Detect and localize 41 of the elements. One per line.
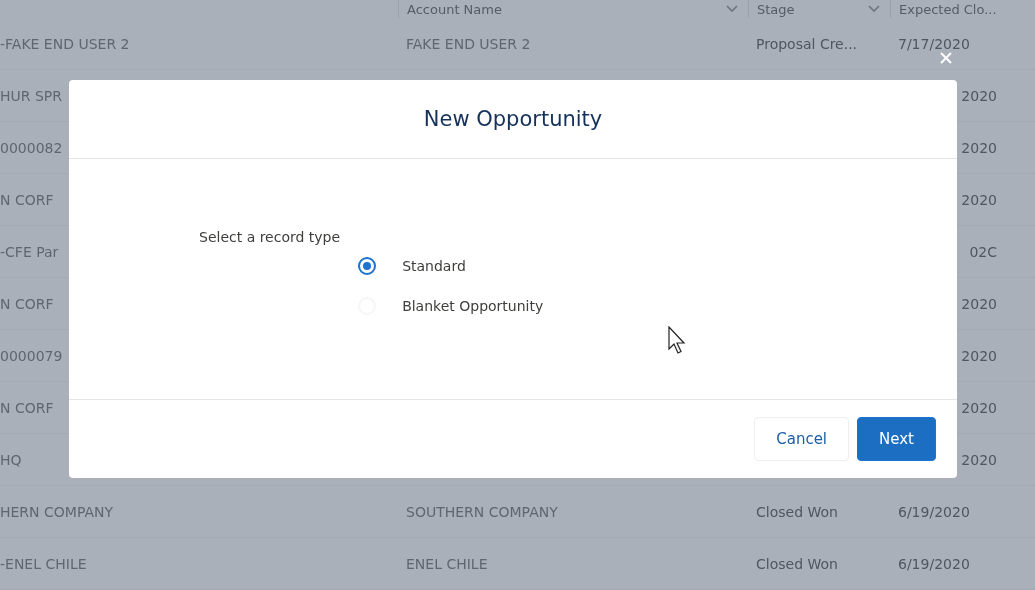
column-header[interactable]: Expected Clo... xyxy=(899,1,997,17)
table-cell: FAKE END USER 2 xyxy=(406,35,531,52)
option-label[interactable]: Standard xyxy=(402,258,466,274)
chevron-down-icon xyxy=(726,5,738,13)
table-cell: HUR SPR xyxy=(0,87,62,104)
column-header[interactable]: Account Name xyxy=(407,1,502,17)
table-cell: Proposal Cre... xyxy=(756,35,858,52)
table-cell: 0000079 xyxy=(0,347,63,364)
cursor-icon xyxy=(668,326,686,354)
table-cell: 2020 xyxy=(961,347,997,364)
table-cell: 02C xyxy=(969,243,997,260)
table-cell: -ENEL CHILE xyxy=(0,555,87,572)
column-header[interactable]: Stage xyxy=(757,1,795,17)
table-cell: 2020 xyxy=(961,295,997,312)
table-cell: HQ xyxy=(0,451,22,468)
table-cell: 2020 xyxy=(961,87,997,104)
table-cell: 0000082 xyxy=(0,139,63,156)
radio-button[interactable] xyxy=(358,257,377,275)
table-cell: 2020 xyxy=(961,399,997,416)
table-cell: -FAKE END USER 2 xyxy=(0,35,130,52)
table-cell: N CORF xyxy=(0,191,54,208)
table-cell: N CORF xyxy=(0,399,54,416)
table-cell: 2020 xyxy=(961,451,997,468)
table-cell: 6/19/2020 xyxy=(898,555,970,572)
cancel-button[interactable]: Cancel xyxy=(754,417,850,461)
table-cell: 6/19/2020 xyxy=(898,503,970,520)
table-cell: 2020 xyxy=(961,191,997,208)
chevron-down-icon xyxy=(868,5,880,13)
option-label[interactable]: Blanket Opportunity xyxy=(402,298,544,314)
table-cell: 7/17/2020 xyxy=(898,35,970,52)
table-cell: ENEL CHILE xyxy=(406,555,488,572)
table-cell: 2020 xyxy=(961,139,997,156)
table-cell: Closed Won xyxy=(756,555,838,572)
table-cell: N CORF xyxy=(0,295,54,312)
table-cell: HERN COMPANY xyxy=(0,503,114,520)
table-cell: -CFE Par xyxy=(0,243,59,260)
table-cell: Closed Won xyxy=(756,503,838,520)
next-button[interactable]: Next xyxy=(857,417,936,461)
field-label: Select a record type xyxy=(199,229,341,247)
modal-title: New Opportunity xyxy=(423,107,603,131)
table-cell: SOUTHERN COMPANY xyxy=(406,503,558,520)
